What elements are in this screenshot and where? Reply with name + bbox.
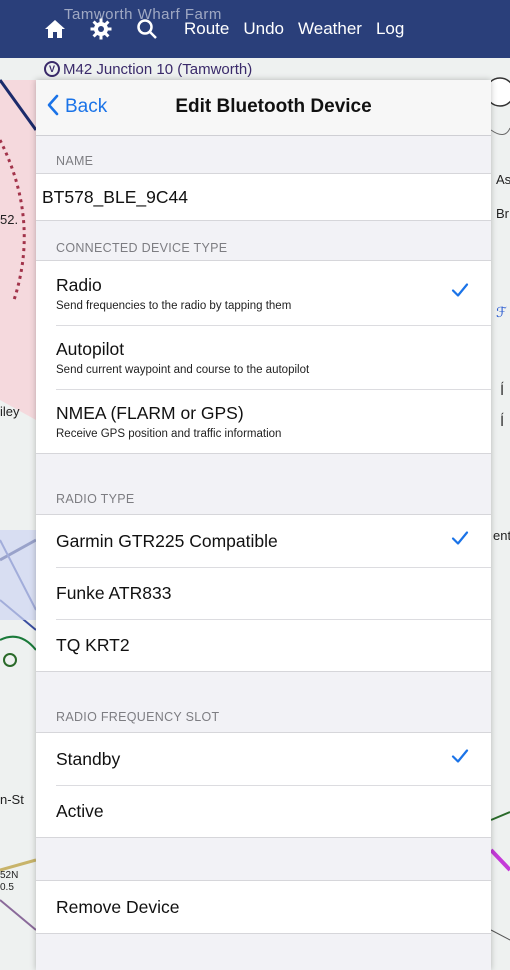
danger-actions: Remove Device — [36, 880, 491, 934]
option-title: Autopilot — [56, 338, 125, 359]
slot-standby[interactable]: Standby — [36, 733, 491, 785]
map-label: n-St — [0, 792, 24, 807]
map-label-ghost: Tamworth Wharf Farm — [64, 6, 222, 23]
checkmark-icon — [451, 531, 469, 552]
device-type-radio[interactable]: Radio Send frequencies to the radio by t… — [36, 261, 491, 325]
weather-button[interactable]: Weather — [298, 19, 362, 39]
option-title: Funke ATR833 — [56, 582, 172, 603]
waypoint-icon: V — [44, 61, 60, 77]
top-toolbar: Tamworth Wharf Farm Route Undo Weather L… — [0, 0, 510, 58]
map-label: 0.5 — [0, 882, 14, 893]
option-title: Garmin GTR225 Compatible — [56, 530, 278, 551]
remove-device-label: Remove Device — [56, 896, 180, 917]
route-waypoint-chip[interactable]: V M42 Junction 10 (Tamworth) — [44, 58, 252, 80]
device-type-nmea[interactable]: NMEA (FLARM or GPS) Receive GPS position… — [36, 389, 491, 453]
slot-active[interactable]: Active — [36, 785, 491, 837]
map-label: As — [496, 172, 510, 187]
radio-type-tq[interactable]: TQ KRT2 — [36, 619, 491, 671]
map-label: Br — [496, 206, 509, 221]
remove-device-button[interactable]: Remove Device — [36, 881, 491, 933]
device-type-list: Radio Send frequencies to the radio by t… — [36, 260, 491, 454]
option-title: Radio — [56, 274, 102, 295]
frequency-slot-list: Standby Active — [36, 732, 491, 838]
page-title: Edit Bluetooth Device — [175, 96, 372, 117]
section-header-name: NAME — [56, 154, 94, 168]
map-label: iley — [0, 404, 20, 419]
undo-button[interactable]: Undo — [243, 19, 284, 39]
radio-type-list: Garmin GTR225 Compatible Funke ATR833 TQ… — [36, 514, 491, 672]
checkmark-icon — [451, 283, 469, 304]
device-type-autopilot[interactable]: Autopilot Send current waypoint and cour… — [36, 325, 491, 389]
svg-text:Í: Í — [500, 413, 504, 430]
checkmark-icon — [451, 749, 469, 770]
radio-type-garmin[interactable]: Garmin GTR225 Compatible — [36, 515, 491, 567]
option-title: TQ KRT2 — [56, 634, 130, 655]
map-label: 52N — [0, 870, 19, 881]
svg-text:Í: Í — [500, 382, 504, 399]
option-title: Active — [56, 800, 104, 821]
log-button[interactable]: Log — [376, 19, 404, 39]
option-subtitle: Send frequencies to the radio by tapping… — [56, 299, 292, 312]
option-title: NMEA (FLARM or GPS) — [56, 402, 244, 423]
device-name-field[interactable]: BT578_BLE_9C44 — [36, 173, 491, 221]
option-subtitle: Send current waypoint and course to the … — [56, 363, 310, 376]
radio-type-funke[interactable]: Funke ATR833 — [36, 567, 491, 619]
option-subtitle: Receive GPS position and traffic informa… — [56, 427, 282, 440]
section-header-frequency-slot: RADIO FREQUENCY SLOT — [56, 710, 220, 724]
option-title: Standby — [56, 748, 121, 769]
navigation-bar: Back Edit Bluetooth Device — [36, 80, 491, 136]
section-header-device-type: CONNECTED DEVICE TYPE — [56, 241, 228, 255]
svg-text:ℱ: ℱ — [496, 305, 507, 321]
map-label: ent — [493, 528, 510, 543]
edit-bluetooth-device-panel: Back Edit Bluetooth Device NAME BT578_BL… — [36, 80, 491, 970]
route-waypoint-label: M42 Junction 10 (Tamworth) — [63, 60, 253, 78]
section-header-radio-type: RADIO TYPE — [56, 492, 135, 506]
map-label: 52. — [0, 212, 19, 227]
